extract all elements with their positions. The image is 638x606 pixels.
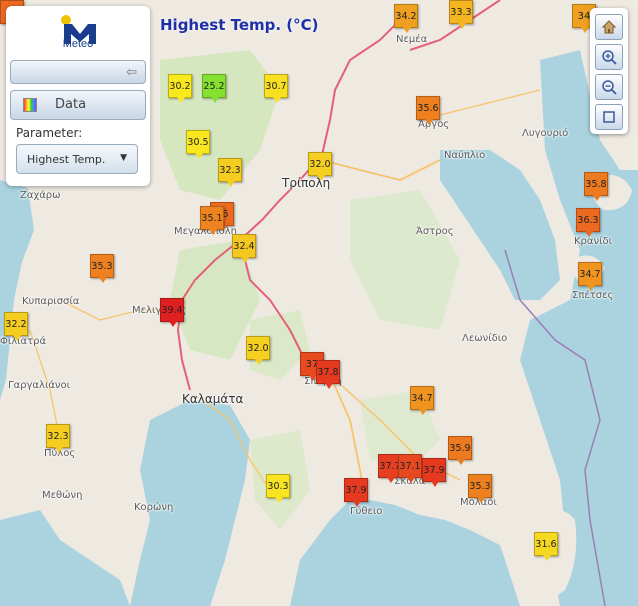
place-label: Κορώνη xyxy=(134,502,174,513)
zoom-out-button[interactable] xyxy=(595,74,623,100)
temperature-marker[interactable]: 37.9 xyxy=(344,478,368,507)
arrow-left-icon[interactable]: ⇦ xyxy=(126,65,137,80)
temperature-marker[interactable]: 34.2 xyxy=(394,4,418,33)
temperature-marker[interactable]: 37.8 xyxy=(316,360,340,389)
temperature-marker[interactable]: 35.6 xyxy=(416,96,440,125)
place-label: Φιλιατρά xyxy=(0,336,47,347)
place-label: Σπέτσες xyxy=(572,290,614,301)
data-button-label: Data xyxy=(55,97,87,112)
temperature-marker[interactable]: 25.2 xyxy=(202,74,226,103)
temperature-marker[interactable]: 31.6 xyxy=(534,532,558,561)
control-panel: Meteo ⇦ Data Parameter: Highest Temp. ▼ xyxy=(6,6,150,186)
temperature-marker[interactable]: 34.7 xyxy=(410,386,434,415)
place-label: Άστρος xyxy=(416,226,454,237)
temperature-marker[interactable]: 32.3 xyxy=(46,424,70,453)
zoom-in-button[interactable] xyxy=(595,44,623,70)
data-button[interactable]: Data xyxy=(10,90,146,120)
place-label: Καλαμάτα xyxy=(182,392,244,406)
map-title: Highest Temp. (°C) xyxy=(160,16,319,34)
temperature-marker[interactable]: 39.4 xyxy=(160,298,184,327)
temperature-marker[interactable]: 30.2 xyxy=(168,74,192,103)
zoom-out-icon xyxy=(602,80,617,95)
place-label: Γαργαλιάνοι xyxy=(8,380,71,391)
place-label: Κυπαρισσία xyxy=(22,296,80,307)
place-label: Λυγουριό xyxy=(522,128,569,139)
temperature-marker[interactable]: 35.3 xyxy=(468,474,492,503)
chevron-down-icon: ▼ xyxy=(120,153,127,163)
place-label: Νεμέα xyxy=(396,34,428,45)
temperature-marker[interactable]: 37.1 xyxy=(398,454,422,483)
parameter-label: Parameter: xyxy=(16,126,83,140)
color-scale-icon xyxy=(23,98,37,112)
map-toolbar xyxy=(590,8,628,134)
place-label: Γύθειο xyxy=(350,506,383,517)
temperature-marker[interactable]: 35.3 xyxy=(90,254,114,283)
temperature-marker[interactable]: 30.7 xyxy=(264,74,288,103)
place-label: Ναύπλιο xyxy=(444,150,486,161)
temperature-marker[interactable]: 34.7 xyxy=(578,262,602,291)
temperature-marker[interactable]: 36.3 xyxy=(576,208,600,237)
place-label: Μεθώνη xyxy=(42,490,83,501)
parameter-select-value: Highest Temp. xyxy=(27,153,106,166)
temperature-marker[interactable]: 35.9 xyxy=(448,436,472,465)
home-button[interactable] xyxy=(595,14,623,40)
place-label: Λεωνίδιο xyxy=(462,333,508,344)
temperature-marker[interactable]: 32.3 xyxy=(218,158,242,187)
full-extent-button[interactable] xyxy=(595,104,623,130)
home-icon xyxy=(601,20,617,34)
temperature-marker[interactable]: 30.5 xyxy=(186,130,210,159)
place-label: Κρανίδι xyxy=(574,236,612,247)
temperature-marker[interactable]: 35.1 xyxy=(200,206,224,235)
time-slider[interactable]: ⇦ xyxy=(10,60,146,84)
full-extent-icon xyxy=(603,111,615,123)
parameter-select[interactable]: Highest Temp. ▼ xyxy=(16,144,138,174)
temperature-marker[interactable]: 35.8 xyxy=(584,172,608,201)
temperature-marker[interactable]: 32.0 xyxy=(308,152,332,181)
temperature-marker[interactable]: 33.3 xyxy=(449,0,473,29)
temperature-marker[interactable]: 30.3 xyxy=(266,474,290,503)
logo-text: Meteo xyxy=(62,38,94,50)
temperature-marker[interactable]: 32.2 xyxy=(4,312,28,341)
zoom-in-icon xyxy=(602,50,617,65)
temperature-marker[interactable]: 37.9 xyxy=(422,458,446,487)
temperature-marker[interactable]: 32.4 xyxy=(232,234,256,263)
place-label: Ζαχάρω xyxy=(20,190,61,201)
temperature-marker[interactable]: 32.0 xyxy=(246,336,270,365)
